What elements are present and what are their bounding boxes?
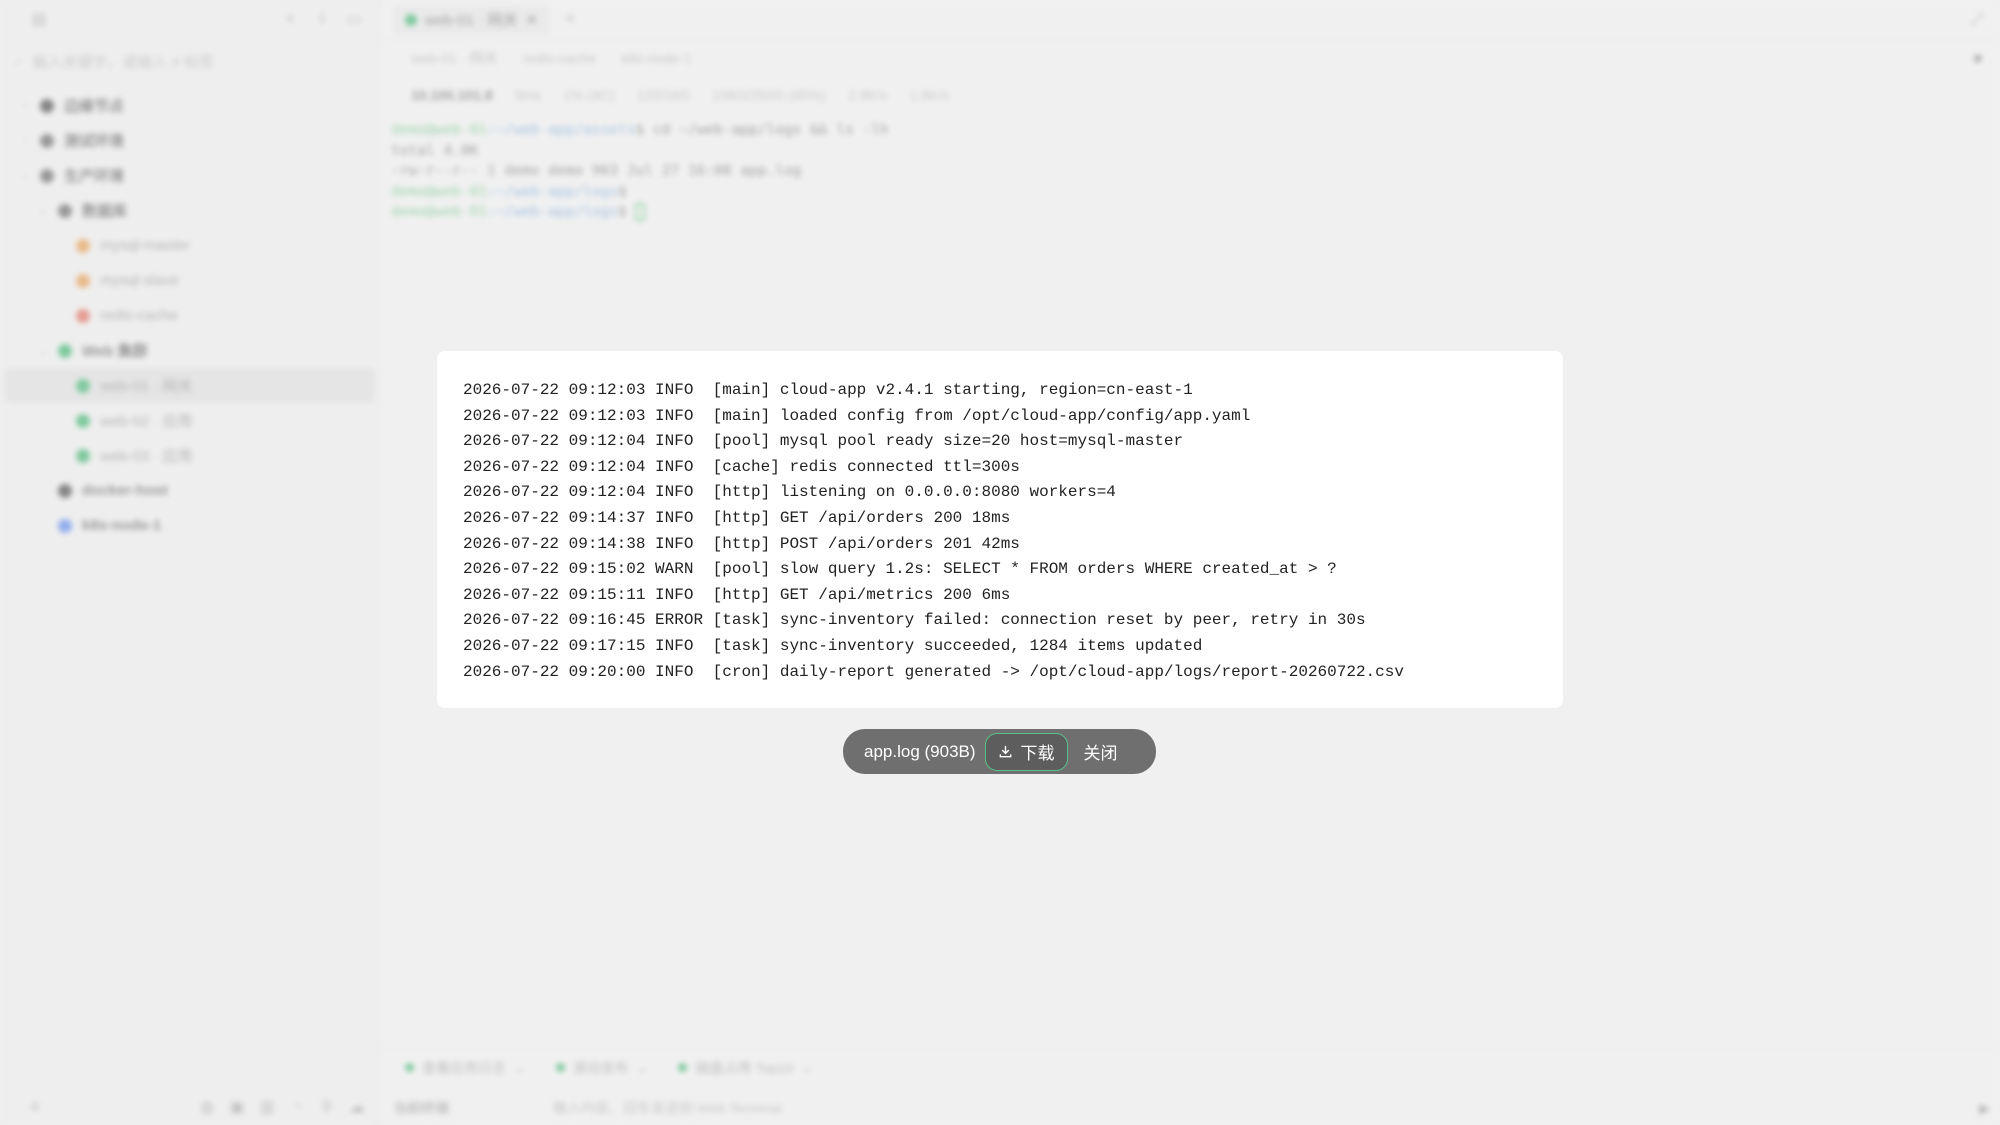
log-line: 2026-07-22 09:17:15 INFO [task] sync-inv… xyxy=(463,636,1203,655)
log-line: 2026-07-22 09:12:04 INFO [http] listenin… xyxy=(463,483,1116,502)
file-name: app.log (903B) xyxy=(864,741,976,761)
log-line: 2026-07-22 09:15:11 INFO [http] GET /api… xyxy=(463,585,1011,604)
log-line: 2026-07-22 09:12:04 INFO [pool] mysql po… xyxy=(463,432,1184,451)
log-line: 2026-07-22 09:14:37 INFO [http] GET /api… xyxy=(463,508,1011,527)
log-line: 2026-07-22 09:20:00 INFO [cron] daily-re… xyxy=(463,662,1404,681)
log-line: 2026-07-22 09:12:04 INFO [cache] redis c… xyxy=(463,457,1020,476)
download-label: 下载 xyxy=(1020,744,1055,763)
log-line: 2026-07-22 09:16:45 ERROR [task] sync-in… xyxy=(463,611,1366,630)
log-line: 2026-07-22 09:14:38 INFO [http] POST /ap… xyxy=(463,534,1020,553)
preview-overlay[interactable]: 2026-07-22 09:12:03 INFO [main] cloud-ap… xyxy=(0,0,2000,1125)
log-preview-panel: 2026-07-22 09:12:03 INFO [main] cloud-ap… xyxy=(437,351,1563,708)
file-action-bar: app.log (903B) 下载 关闭 xyxy=(843,729,1156,774)
close-button[interactable]: 关闭 xyxy=(1084,739,1118,764)
log-line: 2026-07-22 09:12:03 INFO [main] loaded c… xyxy=(463,406,1251,425)
download-icon xyxy=(999,745,1011,758)
log-line: 2026-07-22 09:12:03 INFO [main] cloud-ap… xyxy=(463,381,1193,399)
log-line: 2026-07-22 09:15:02 WARN [pool] slow que… xyxy=(463,560,1337,579)
download-button[interactable]: 下载 xyxy=(984,732,1068,771)
log-content: 2026-07-22 09:12:03 INFO [main] cloud-ap… xyxy=(463,378,1537,685)
